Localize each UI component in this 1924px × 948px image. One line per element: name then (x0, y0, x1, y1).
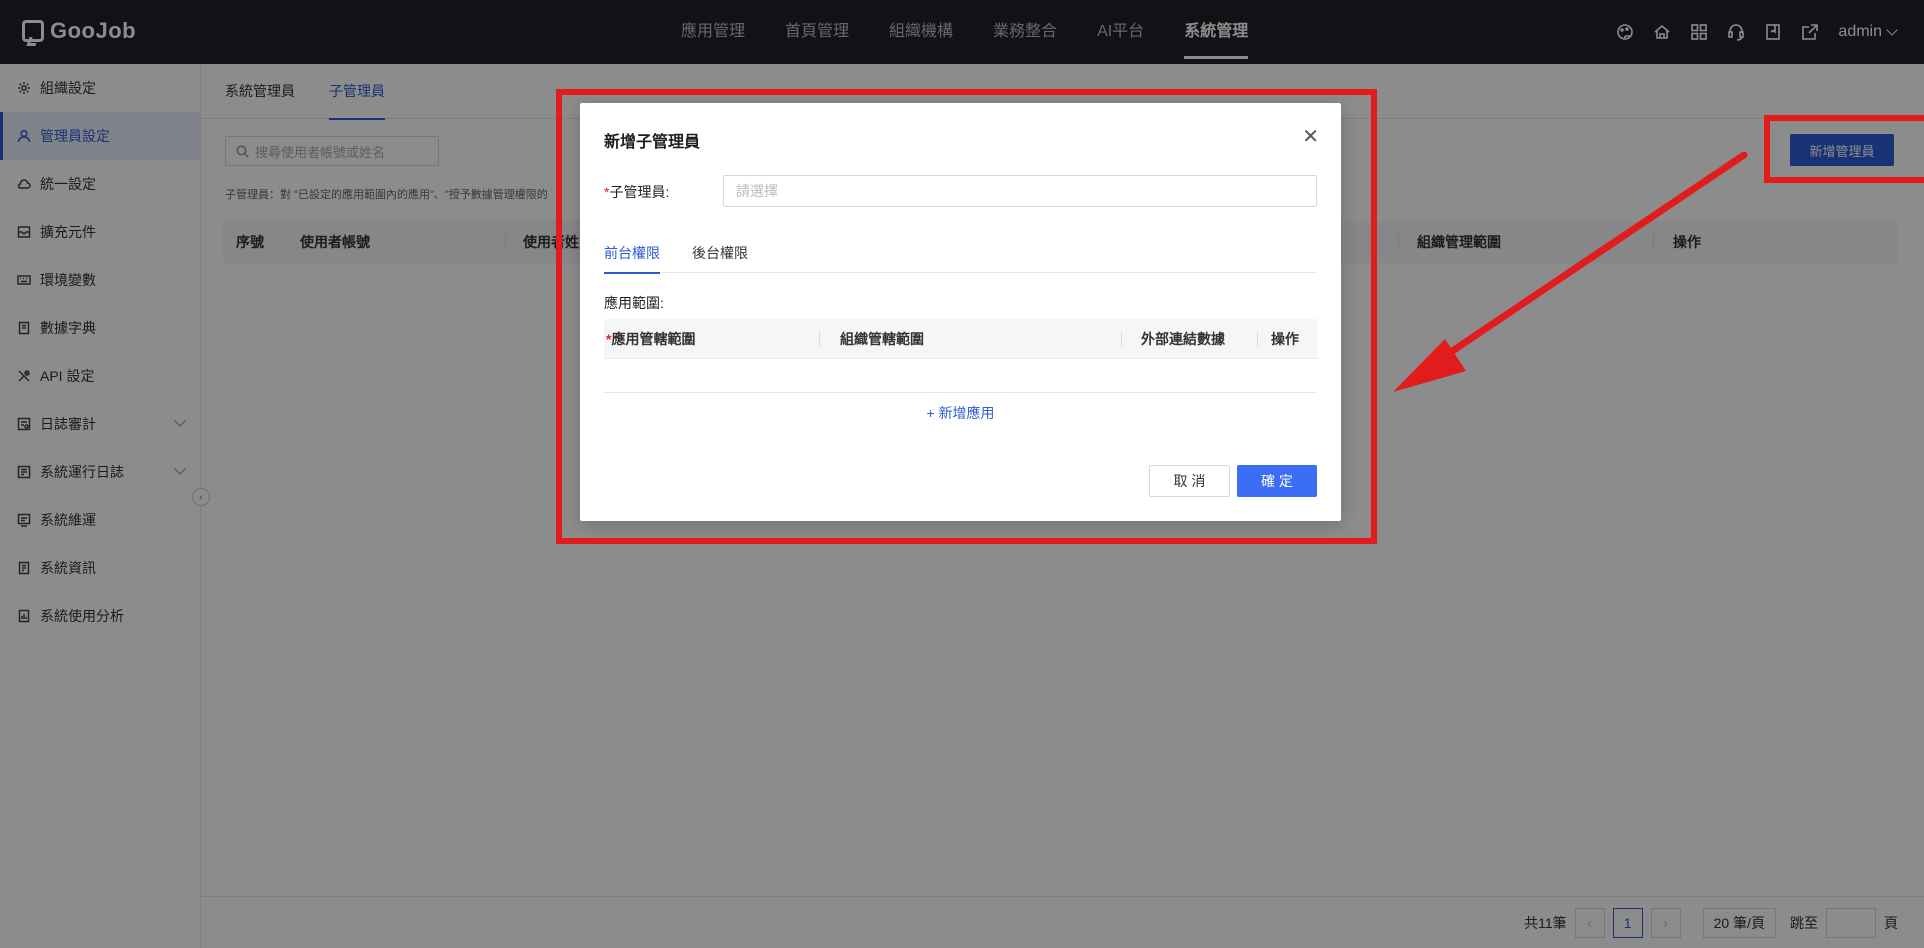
annotation-arrow (1393, 151, 1748, 392)
